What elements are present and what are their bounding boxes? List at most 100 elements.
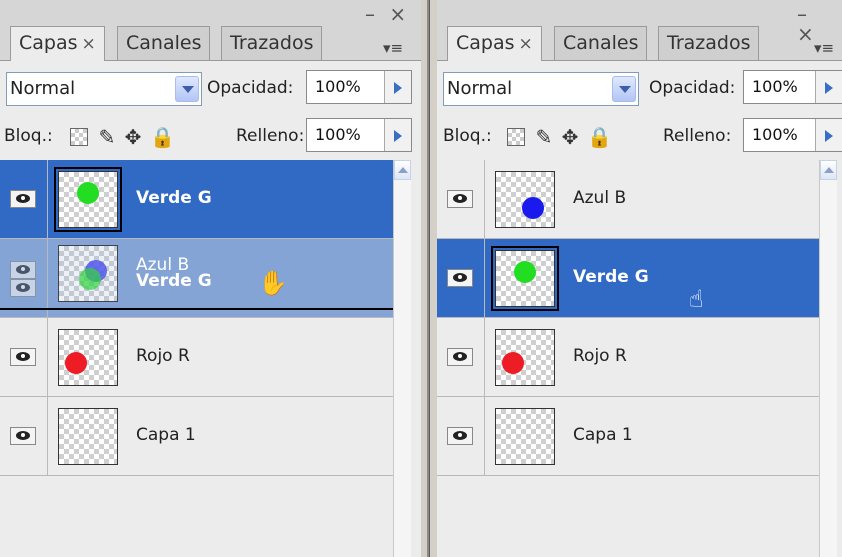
green-dot [77, 182, 99, 204]
layer-name: Azul B Verde G [136, 257, 212, 290]
eye-icon[interactable] [10, 348, 36, 366]
tab-capas-label: Capas [19, 32, 78, 54]
eye-icon[interactable] [447, 427, 473, 445]
chevron-down-icon[interactable] [175, 76, 199, 102]
layer-name[interactable]: Rojo R [136, 346, 190, 366]
fill-field[interactable]: 100% [306, 118, 412, 152]
eye-icon[interactable] [10, 427, 36, 445]
fill-slider-arrow-icon[interactable] [384, 119, 411, 151]
eye-icon[interactable] [10, 261, 36, 279]
layer-name[interactable]: Verde G [573, 267, 649, 287]
green-dot [514, 261, 536, 283]
layer-row-capa-1[interactable]: Capa 1 [0, 397, 393, 476]
layer-name[interactable]: Verde G [136, 188, 212, 208]
fill-value: 100% [315, 125, 361, 144]
visibility-cell [0, 397, 48, 475]
blend-mode-value: Normal [447, 78, 513, 99]
opacity-field[interactable]: 100% [306, 70, 412, 104]
tab-canales-label: Canales [126, 32, 202, 54]
tab-canales[interactable]: Canales [554, 26, 648, 60]
opacity-value: 100% [315, 77, 361, 96]
visibility-cell [437, 239, 485, 317]
lock-transparent-pixels-icon[interactable] [70, 128, 88, 146]
visibility-cell [437, 160, 485, 238]
opacity-value: 100% [752, 77, 798, 96]
blend-mode-select[interactable]: Normal [443, 72, 639, 106]
opacity-slider-arrow-icon[interactable] [815, 71, 842, 103]
layer-thumbnail [491, 246, 559, 311]
chevron-down-icon[interactable] [612, 76, 636, 102]
close-tab-icon[interactable]: × [519, 34, 533, 54]
opacity-field[interactable]: 100% [743, 70, 842, 104]
layer-row-dragging[interactable]: Azul B Verde G ✋ [0, 239, 393, 318]
eye-icon[interactable] [447, 269, 473, 287]
panel-menu-icon[interactable]: ▾≡ [375, 38, 411, 58]
scrollbar[interactable] [819, 160, 837, 557]
close-tab-icon[interactable]: × [82, 34, 96, 54]
scroll-up-icon[interactable] [820, 160, 837, 180]
layer-name[interactable]: Rojo R [573, 346, 627, 366]
brush-icon[interactable]: ✎ [533, 126, 555, 148]
tab-trazados-label: Trazados [667, 32, 751, 54]
eye-icon[interactable] [10, 279, 36, 297]
eye-icon[interactable] [447, 190, 473, 208]
tab-capas[interactable]: Capas × [10, 26, 105, 61]
layer-name[interactable]: Azul B [573, 188, 626, 208]
brush-icon[interactable]: ✎ [96, 126, 118, 148]
layer-row-verde-g[interactable]: Verde G [0, 160, 393, 239]
layers-list: Verde G Azul B Verde G ✋ Rojo R Capa 1 [0, 160, 393, 557]
tab-trazados[interactable]: Trazados [658, 26, 760, 60]
opacity-label: Opacidad: [649, 78, 736, 98]
layer-row-azul-b[interactable]: Azul B [437, 160, 819, 239]
layers-panel-left: – × Capas × Canales Trazados ▾≡ Normal Op… [0, 0, 421, 557]
eye-icon[interactable] [10, 190, 36, 208]
lock-label: Bloq.: [4, 126, 53, 146]
lock-row: Bloq.: ✎ ✥ 🔒 Relleno: 100% [0, 114, 421, 160]
eye-icon[interactable] [447, 348, 473, 366]
tab-capas[interactable]: Capas × [447, 26, 542, 61]
layer-row-rojo-r[interactable]: Rojo R [0, 318, 393, 397]
layer-row-rojo-r[interactable]: Rojo R [437, 318, 819, 397]
grab-hand-icon: ✋ [258, 269, 288, 297]
red-dot [65, 352, 87, 374]
tab-capas-label: Capas [456, 32, 515, 54]
layer-row-capa-1[interactable]: Capa 1 [437, 397, 819, 476]
lock-transparent-pixels-icon[interactable] [507, 128, 525, 146]
fill-label: Relleno: [236, 126, 305, 146]
tab-trazados[interactable]: Trazados [221, 26, 323, 60]
blend-row: Normal Opacidad: 100% [437, 62, 842, 114]
drop-indicator-line [0, 308, 393, 310]
opacity-slider-arrow-icon[interactable] [384, 71, 411, 103]
tab-bar: – × Capas × Canales Trazados ▾≡ [0, 0, 421, 61]
blend-mode-select[interactable]: Normal [6, 72, 202, 106]
layer-thumbnail [58, 329, 118, 386]
fill-label: Relleno: [663, 126, 732, 146]
window-controls[interactable]: – × [365, 4, 410, 24]
layer-name[interactable]: Capa 1 [573, 425, 633, 445]
layer-row-verde-g[interactable]: Verde G ☝ [437, 239, 819, 318]
tab-canales[interactable]: Canales [117, 26, 211, 60]
tab-bar: – × Capas × Canales Trazados ▾≡ [437, 0, 842, 61]
panel-menu-icon[interactable]: ▾≡ [806, 38, 842, 58]
layer-thumbnail [495, 408, 555, 465]
visibility-cell [0, 239, 48, 317]
blend-row: Normal Opacidad: 100% [0, 62, 421, 114]
move-icon[interactable]: ✥ [122, 126, 144, 148]
pointing-hand-icon: ☝ [689, 285, 704, 313]
layer-thumbnail [495, 329, 555, 386]
padlock-icon[interactable]: 🔒 [150, 126, 175, 148]
scroll-up-icon[interactable] [394, 160, 411, 180]
visibility-cell [437, 318, 485, 396]
move-icon[interactable]: ✥ [559, 126, 581, 148]
lock-label: Bloq.: [443, 126, 492, 146]
fill-field[interactable]: 100% [743, 118, 842, 152]
scrollbar[interactable] [393, 160, 411, 557]
visibility-cell [0, 318, 48, 396]
padlock-icon[interactable]: 🔒 [587, 126, 612, 148]
layer-thumbnail [54, 167, 122, 232]
red-dot [502, 352, 524, 374]
layer-name[interactable]: Capa 1 [136, 425, 196, 445]
tab-trazados-label: Trazados [230, 32, 314, 54]
fill-slider-arrow-icon[interactable] [815, 119, 842, 151]
layer-thumbnail [495, 171, 555, 228]
